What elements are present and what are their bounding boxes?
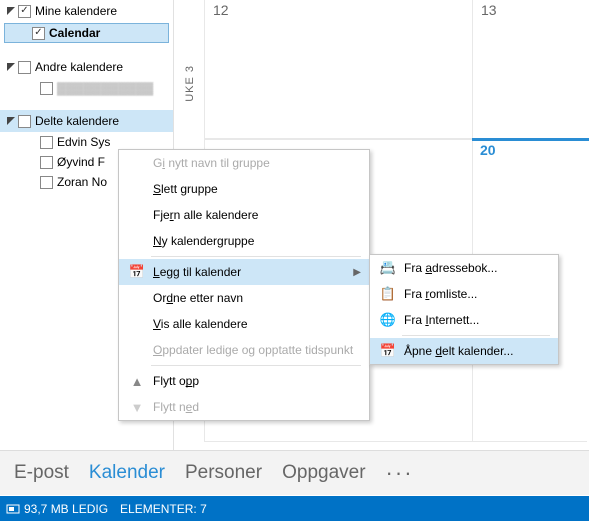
menu-add-calendar[interactable]: 📅 Legg til kalender ▶: [119, 259, 369, 285]
nav-calendar[interactable]: Kalender: [89, 462, 165, 484]
calendar-item-hidden[interactable]: ▓▓▓▓▓▓▓▓▓▓▓: [0, 78, 173, 98]
checkbox[interactable]: [40, 156, 53, 169]
checkbox-andre-kalendere[interactable]: [18, 61, 31, 74]
week-label: UKE 3: [184, 65, 196, 102]
roomlist-icon: 📋: [378, 286, 398, 302]
menu-show-all[interactable]: Vis alle kalendere: [119, 311, 369, 337]
submenu-from-addressbook[interactable]: 📇 Fra adressebok...: [370, 255, 558, 281]
up-arrow-icon: ▲: [127, 373, 147, 389]
status-item-count: ELEMENTER: 7: [120, 502, 207, 516]
day-number: 13: [481, 2, 497, 18]
submenu-from-internet[interactable]: 🌐 Fra Internett...: [370, 307, 558, 333]
calendar-label: Øyvind F: [57, 155, 105, 169]
group-label: Delte kalendere: [35, 114, 119, 128]
menu-new-group[interactable]: Ny kalendergruppe: [119, 228, 369, 254]
day-number: 12: [213, 2, 229, 18]
submenu-arrow-icon: ▶: [353, 267, 361, 278]
submenu-open-shared[interactable]: 📅 Åpne delt kalender...: [370, 338, 558, 364]
menu-separator: [402, 335, 550, 336]
collapse-icon: [6, 6, 16, 16]
menu-rename-group: Gi nytt navn til gruppe: [119, 150, 369, 176]
checkbox-delte-kalendere[interactable]: [18, 115, 31, 128]
calendar-label: Edvin Sys: [57, 135, 110, 149]
group-label: Andre kalendere: [35, 60, 123, 74]
blank-icon: [127, 207, 147, 223]
blank-icon: [127, 342, 147, 358]
calendar-item-calendar[interactable]: Calendar: [4, 23, 169, 43]
menu-remove-all[interactable]: Fjern alle kalendere: [119, 202, 369, 228]
checkbox-hidden[interactable]: [40, 82, 53, 95]
status-bar: 93,7 MB LEDIG ELEMENTER: 7: [0, 496, 589, 521]
calendar-add-icon: 📅: [127, 264, 147, 280]
checkbox[interactable]: [40, 176, 53, 189]
calendar-group-mine[interactable]: Mine kalendere: [0, 0, 173, 22]
checkbox-mine-kalendere[interactable]: [18, 5, 31, 18]
address-book-icon: 📇: [378, 260, 398, 276]
today-marker: [472, 138, 589, 141]
navigation-bar: E-post Kalender Personer Oppgaver ···: [0, 450, 589, 495]
blank-icon: [127, 316, 147, 332]
calendar-label-disabled: ▓▓▓▓▓▓▓▓▓▓▓: [57, 81, 153, 95]
blank-icon: [127, 290, 147, 306]
day-number-today: 20: [480, 142, 496, 158]
blank-icon: [127, 155, 147, 171]
internet-icon: 🌐: [378, 312, 398, 328]
disk-icon: [6, 502, 20, 516]
status-free-space: 93,7 MB LEDIG: [6, 502, 108, 516]
checkbox-calendar[interactable]: [32, 27, 45, 40]
shared-calendar-icon: 📅: [378, 343, 398, 359]
day-column[interactable]: 13: [472, 0, 587, 442]
calendar-label: Zoran No: [57, 175, 107, 189]
collapse-icon: [6, 62, 16, 72]
menu-move-down: ▼ Flytt ned: [119, 394, 369, 420]
context-submenu-add-calendar: 📇 Fra adressebok... 📋 Fra romliste... 🌐 …: [369, 254, 559, 365]
menu-delete-group[interactable]: Slett gruppe: [119, 176, 369, 202]
grid-border: [204, 441, 587, 442]
nav-tasks[interactable]: Oppgaver: [282, 462, 365, 484]
calendar-group-delte[interactable]: Delte kalendere: [0, 110, 173, 132]
collapse-icon: [6, 116, 16, 126]
context-menu-group: Gi nytt navn til gruppe Slett gruppe Fje…: [118, 149, 370, 421]
group-label: Mine kalendere: [35, 4, 117, 18]
submenu-from-roomlist[interactable]: 📋 Fra romliste...: [370, 281, 558, 307]
checkbox[interactable]: [40, 136, 53, 149]
calendar-group-andre[interactable]: Andre kalendere: [0, 56, 173, 78]
nav-mail[interactable]: E-post: [14, 462, 69, 484]
menu-separator: [151, 365, 361, 366]
nav-more-icon[interactable]: ···: [386, 460, 414, 486]
menu-separator: [151, 256, 361, 257]
menu-sort-by-name[interactable]: Ordne etter navn: [119, 285, 369, 311]
menu-refresh-freebusy: Oppdater ledige og opptatte tidspunkt: [119, 337, 369, 363]
down-arrow-icon: ▼: [127, 399, 147, 415]
blank-icon: [127, 181, 147, 197]
menu-move-up[interactable]: ▲ Flytt opp: [119, 368, 369, 394]
blank-icon: [127, 233, 147, 249]
nav-people[interactable]: Personer: [185, 462, 262, 484]
calendar-label: Calendar: [49, 26, 100, 40]
